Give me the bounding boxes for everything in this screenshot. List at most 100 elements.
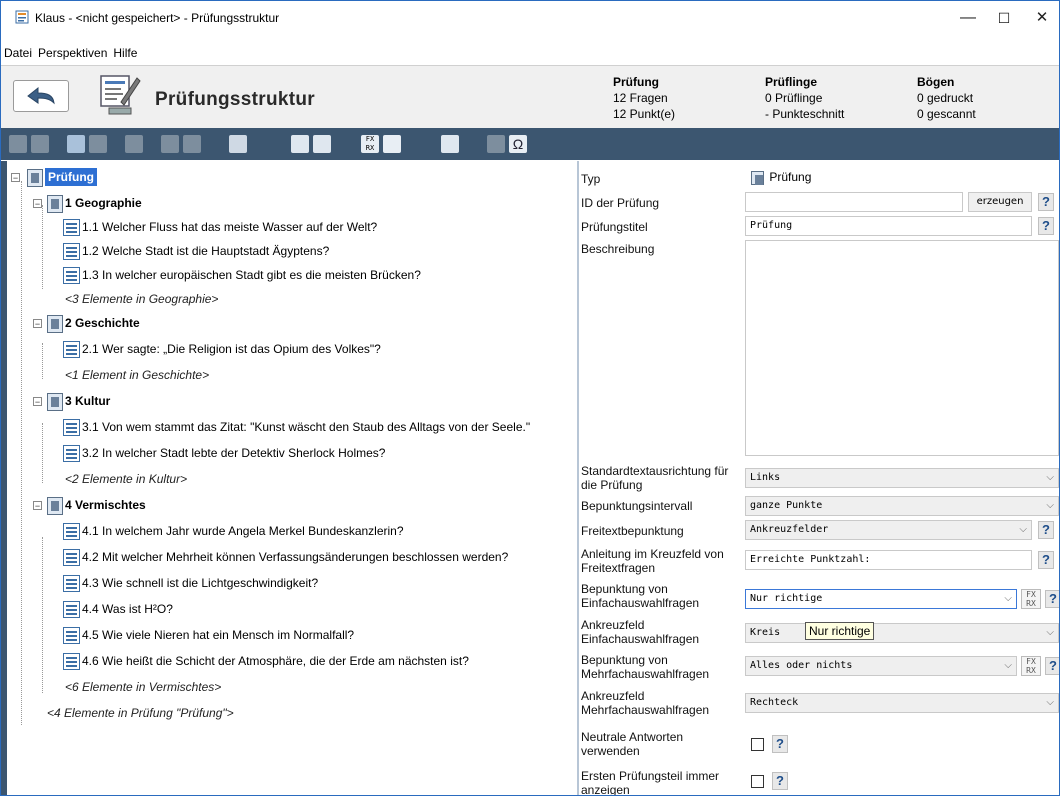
collapse-icon[interactable]: − — [33, 199, 42, 209]
interval-select[interactable]: ganze Punkte ⌵ — [745, 496, 1059, 516]
single-box-select[interactable]: Kreis ⌵ — [745, 623, 1059, 643]
help-button[interactable]: ? — [1045, 657, 1059, 675]
help-button[interactable]: ? — [1038, 217, 1054, 235]
add-section-icon[interactable] — [9, 135, 27, 153]
question-label: 4.1 In welchem Jahr wurde Angela Merkel … — [82, 524, 404, 538]
stat-boegen: Bögen 0 gedruckt 0 gescannt — [917, 74, 976, 122]
tree-question[interactable]: 4.5 Wie viele Nieren hat ein Mensch im N… — [63, 623, 354, 647]
move-icon[interactable] — [125, 135, 143, 153]
back-button[interactable] — [13, 80, 69, 112]
tree-question[interactable]: 4.4 Was ist H²O? — [63, 597, 173, 621]
question-icon — [63, 575, 80, 593]
chevron-down-icon: ⌵ — [1019, 524, 1027, 535]
omega-icon[interactable]: Ω — [509, 135, 527, 153]
export-icon[interactable] — [229, 135, 247, 153]
tree-question[interactable]: 2.1 Wer sagte: „Die Religion ist das Opi… — [63, 337, 381, 361]
description-textarea[interactable] — [745, 240, 1059, 456]
align-label: Standardtextausrichtung für die Prüfung — [581, 464, 729, 492]
help-button[interactable]: ? — [772, 772, 788, 790]
collapse-icon[interactable]: − — [33, 319, 42, 329]
id-label: ID der Prüfung — [581, 196, 660, 210]
new-element-icon[interactable] — [67, 135, 85, 153]
window-title: Klaus - <nicht gespeichert> - Prüfungsst… — [35, 11, 280, 25]
freetext-select[interactable]: Ankreuzfelder ⌵ — [745, 520, 1032, 540]
formula-help-icon[interactable] — [383, 135, 401, 153]
help-button[interactable]: ? — [772, 735, 788, 753]
tree-question[interactable]: 4.3 Wie schnell ist die Lichtgeschwindig… — [63, 571, 318, 595]
app-icon — [15, 10, 29, 24]
tree-root-summary: <4 Elemente in Prüfung "Prüfung"> — [47, 706, 234, 720]
section-icon — [47, 194, 63, 213]
maximize-button[interactable]: ☐ — [987, 7, 1021, 29]
chevron-down-icon: ⌵ — [1004, 593, 1012, 604]
tree-question[interactable]: 3.1 Von wem stammt das Zitat: "Kunst wäs… — [63, 415, 530, 439]
copy-icon[interactable] — [161, 135, 179, 153]
tree-question[interactable]: 1.2 Welche Stadt ist die Hauptstadt Ägyp… — [63, 239, 329, 263]
collapse-icon[interactable]: − — [33, 397, 42, 407]
tree-question[interactable]: 1.3 In welcher europäischen Stadt gibt e… — [63, 263, 421, 287]
menu-hilfe[interactable]: Hilfe — [110, 43, 140, 63]
exam-icon — [27, 168, 43, 187]
id-field[interactable] — [745, 192, 963, 212]
multi-box-value: Rechteck — [750, 697, 799, 708]
question-label: 3.1 Von wem stammt das Zitat: "Kunst wäs… — [82, 420, 531, 434]
formula-icon[interactable]: FX RX — [1021, 589, 1041, 609]
neutral-checkbox[interactable] — [751, 738, 764, 751]
title-field[interactable]: Prüfung — [745, 216, 1032, 236]
delete-icon[interactable] — [183, 135, 201, 153]
help-button[interactable]: ? — [1038, 193, 1054, 211]
chevron-down-icon: ⌵ — [1046, 697, 1054, 708]
close-button[interactable]: ✕ — [1025, 7, 1059, 29]
question-label: 3.2 In welcher Stadt lebte der Detektiv … — [82, 446, 386, 460]
multi-scoring-select[interactable]: Alles oder nichts ⌵ — [745, 656, 1017, 676]
question-icon — [63, 627, 80, 645]
align-select[interactable]: Links ⌵ — [745, 468, 1059, 488]
page-title: Prüfungsstruktur — [155, 89, 315, 110]
single-scoring-select[interactable]: Nur richtige ⌵ — [745, 589, 1017, 609]
tree-question[interactable]: 4.2 Mit welcher Mehrheit können Verfassu… — [63, 545, 508, 569]
preview-icon[interactable] — [291, 135, 309, 153]
freetext-value: Ankreuzfelder — [750, 524, 829, 535]
menu-datei[interactable]: Datei — [1, 43, 35, 63]
tree-question[interactable]: 3.2 In welcher Stadt lebte der Detektiv … — [63, 441, 385, 465]
align-value: Links — [750, 472, 781, 483]
import-icon[interactable] — [89, 135, 107, 153]
sort-icon[interactable] — [313, 135, 331, 153]
formula-icon[interactable]: FX RX — [361, 135, 379, 153]
section-icon — [47, 496, 63, 515]
minimize-button[interactable]: — — [951, 7, 985, 29]
tree-question[interactable]: 1.1 Welcher Fluss hat das meiste Wasser … — [63, 215, 377, 239]
add-question-icon[interactable] — [31, 135, 49, 153]
first-part-checkbox[interactable] — [751, 775, 764, 788]
chevron-down-icon: ⌵ — [1004, 660, 1012, 671]
tree-question[interactable]: 4.6 Wie heißt die Schicht der Atmosphäre… — [63, 649, 469, 673]
stat-heading: Prüfung — [613, 75, 659, 89]
collapse-icon[interactable]: − — [33, 501, 42, 511]
stat-line: 12 Fragen — [613, 91, 668, 105]
help-button[interactable]: ? — [1038, 551, 1054, 569]
perspective-header: Prüfungsstruktur Prüfung 12 Fragen 12 Pu… — [1, 65, 1059, 128]
section-icon — [47, 392, 63, 411]
question-label: 1.1 Welcher Fluss hat das meiste Wasser … — [82, 220, 378, 234]
table-icon[interactable] — [441, 135, 459, 153]
help-button[interactable]: ? — [1045, 590, 1059, 608]
menu-bar: Datei Perspektiven Hilfe — [1, 43, 1059, 63]
tree-question[interactable]: 4.1 In welchem Jahr wurde Angela Merkel … — [63, 519, 404, 543]
collapse-icon[interactable]: − — [11, 173, 20, 183]
properties-panel: Typ Prüfung ID der Prüfung erzeugen ? Pr… — [579, 161, 1059, 795]
generate-id-button[interactable]: erzeugen — [968, 192, 1032, 212]
tree-root-label[interactable]: Prüfung — [45, 168, 97, 186]
image-icon[interactable] — [487, 135, 505, 153]
menu-perspektiven[interactable]: Perspektiven — [35, 43, 110, 63]
section-icon — [47, 314, 63, 333]
single-scoring-label: Bepunktung von Einfachauswahlfragen — [581, 582, 700, 610]
typ-label: Typ — [581, 172, 601, 186]
multi-box-label: Ankreuzfeld Mehrfachauswahlfragen — [581, 689, 710, 717]
question-icon — [63, 549, 80, 567]
multi-box-select[interactable]: Rechteck ⌵ — [745, 693, 1059, 713]
question-label: 1.3 In welcher europäischen Stadt gibt e… — [82, 268, 421, 282]
formula-icon[interactable]: FX RX — [1021, 656, 1041, 676]
help-button[interactable]: ? — [1038, 521, 1054, 539]
tree-summary: <2 Elemente in Kultur> — [65, 472, 188, 486]
guide-field[interactable]: Erreichte Punktzahl: — [745, 550, 1032, 570]
